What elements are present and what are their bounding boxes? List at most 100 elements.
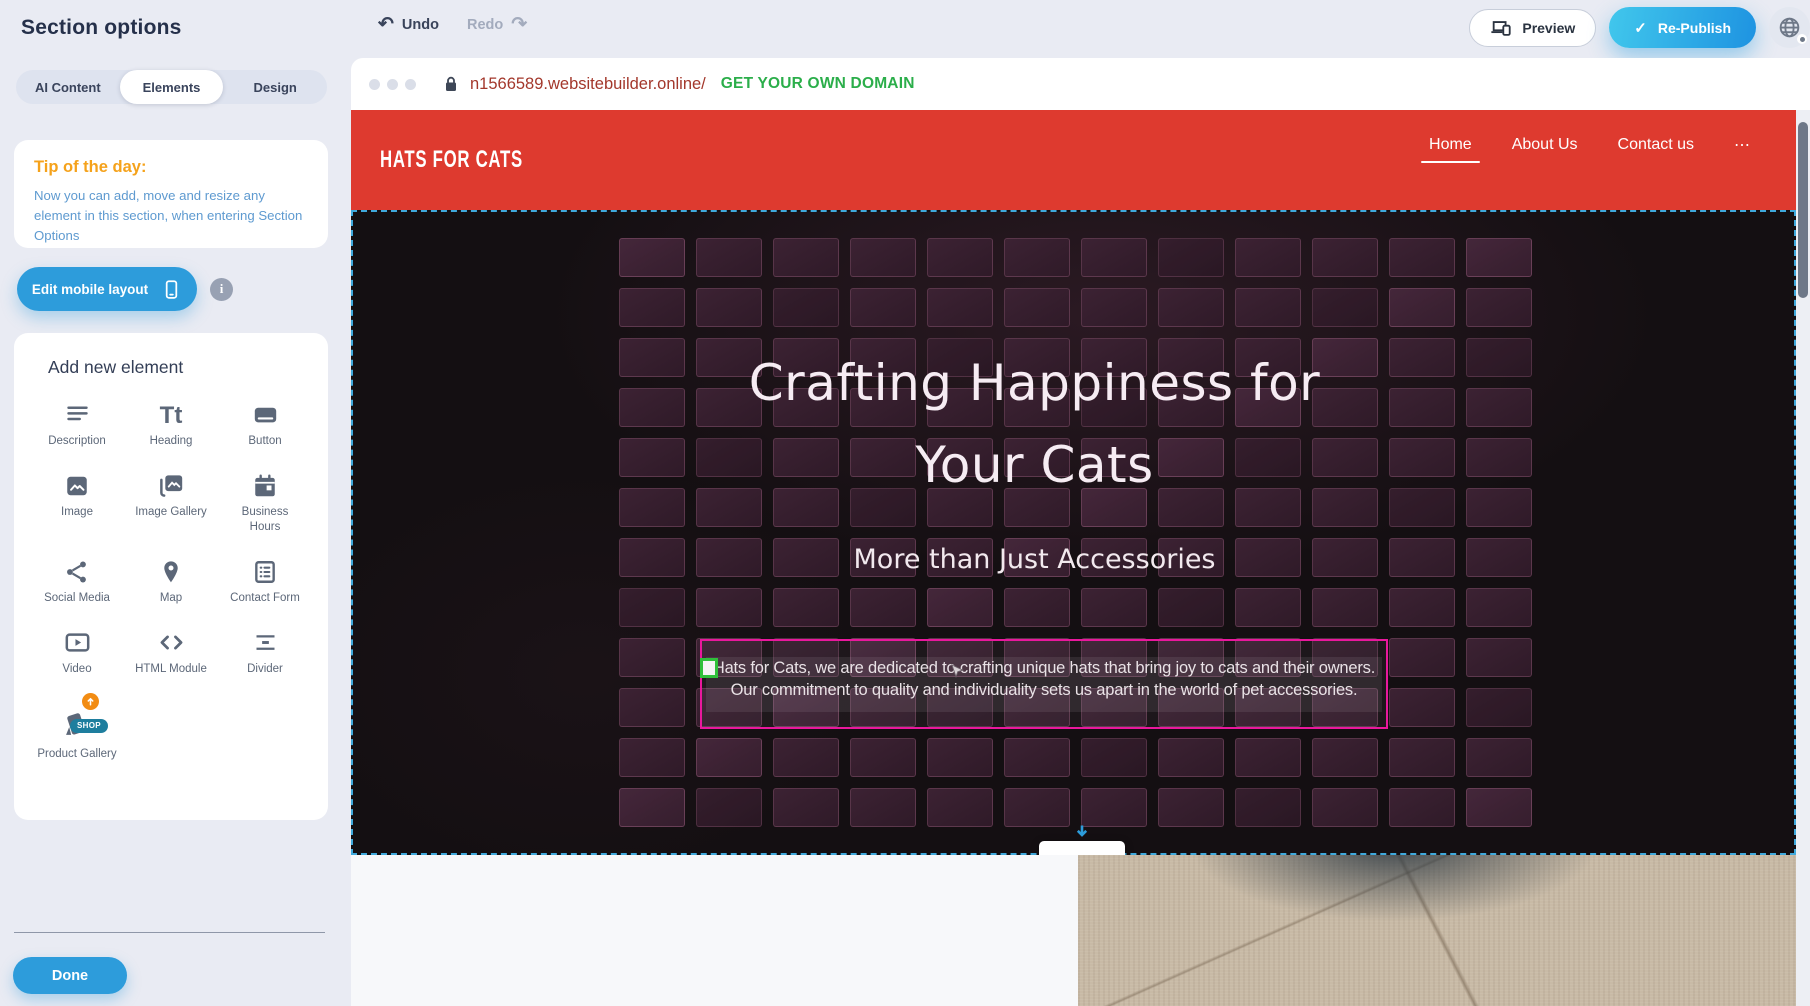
mouse-cursor xyxy=(951,664,964,684)
business-hours-icon xyxy=(252,469,278,499)
nav-contact-us[interactable]: Contact us xyxy=(1616,136,1696,163)
next-section-photo xyxy=(1078,855,1796,1006)
done-button[interactable]: Done xyxy=(13,957,127,994)
hero-section-selected[interactable]: Crafting Happiness for Your Cats More th… xyxy=(351,210,1796,855)
contact-form-icon xyxy=(252,555,278,585)
edit-mobile-label: Edit mobile layout xyxy=(32,282,148,297)
history-controls: ↶ Undo Redo ↷ xyxy=(378,15,527,34)
hero-tile xyxy=(1389,688,1455,727)
nav-about-us[interactable]: About Us xyxy=(1510,136,1580,163)
element-grid: Description Tt Heading Button Image xyxy=(30,398,312,762)
map-pin-icon xyxy=(158,555,184,585)
nav-more-ellipsis[interactable]: ⋯ xyxy=(1732,135,1752,164)
element-button[interactable]: Button xyxy=(218,398,312,449)
divider-icon xyxy=(252,626,279,656)
element-divider[interactable]: Divider xyxy=(218,626,312,677)
element-video[interactable]: Video xyxy=(30,626,124,677)
redo-button[interactable]: Redo ↷ xyxy=(467,15,527,34)
redo-icon: ↷ xyxy=(511,15,527,34)
check-icon: ✓ xyxy=(1634,19,1647,37)
globe-badge xyxy=(1797,34,1807,44)
hero-tile xyxy=(1158,788,1224,827)
devices-icon xyxy=(1490,17,1512,39)
site-header: HATS FOR CATS Home About Us Contact us ⋯ xyxy=(351,110,1796,210)
element-html-module[interactable]: HTML Module xyxy=(124,626,218,677)
hero-tile xyxy=(1389,638,1455,677)
undo-button[interactable]: ↶ Undo xyxy=(378,15,439,34)
hero-tile xyxy=(1081,738,1147,777)
browser-chrome: n1566589.websitebuilder.online/ GET YOUR… xyxy=(351,58,1810,110)
element-social-media[interactable]: Social Media xyxy=(30,555,124,606)
element-image[interactable]: Image xyxy=(30,469,124,535)
hero-tile xyxy=(696,238,762,277)
hero-tile xyxy=(1004,238,1070,277)
preview-label: Preview xyxy=(1522,20,1575,36)
hero-tile xyxy=(1081,238,1147,277)
hero-tile xyxy=(850,238,916,277)
sidebar: AI Content Elements Design Tip of the da… xyxy=(0,58,351,1006)
republish-button[interactable]: ✓ Re-Publish xyxy=(1609,7,1756,48)
page-title: Section options xyxy=(21,16,182,40)
element-description[interactable]: Description xyxy=(30,398,124,449)
hero-tile xyxy=(1158,588,1224,627)
hero-tile xyxy=(1389,288,1455,327)
get-your-own-domain-link[interactable]: GET YOUR OWN DOMAIN xyxy=(721,75,915,93)
site-nav: Home About Us Contact us ⋯ xyxy=(1427,135,1752,164)
hero-tile xyxy=(619,738,685,777)
hero-tile xyxy=(773,738,839,777)
element-contact-form[interactable]: Contact Form xyxy=(218,555,312,606)
tab-ai-content[interactable]: AI Content xyxy=(16,70,120,104)
language-globe-button[interactable] xyxy=(1769,7,1810,48)
sidebar-tabs: AI Content Elements Design xyxy=(16,70,327,104)
hero-tile xyxy=(696,588,762,627)
resize-handle-left[interactable] xyxy=(700,658,718,678)
edit-mobile-layout-button[interactable]: Edit mobile layout xyxy=(17,267,197,311)
element-product-gallery[interactable]: SHOP Product Gallery xyxy=(30,697,124,762)
image-gallery-icon xyxy=(158,469,185,499)
undo-label: Undo xyxy=(402,17,439,33)
hero-tile xyxy=(696,288,762,327)
site-preview-area: n1566589.websitebuilder.online/ GET YOUR… xyxy=(351,58,1810,1006)
hero-tile xyxy=(1235,738,1301,777)
hero-heading[interactable]: Crafting Happiness for Your Cats xyxy=(353,342,1716,506)
hero-tile-grid xyxy=(619,238,1532,827)
element-business-hours[interactable]: Business Hours xyxy=(218,469,312,535)
next-section-blank xyxy=(351,855,1078,1006)
hero-tile xyxy=(927,288,993,327)
image-icon xyxy=(64,469,90,499)
upgrade-arrow-badge xyxy=(82,693,99,710)
window-dots xyxy=(369,79,416,90)
hero-tile xyxy=(1158,288,1224,327)
element-image-gallery[interactable]: Image Gallery xyxy=(124,469,218,535)
nav-home[interactable]: Home xyxy=(1427,136,1474,163)
hero-tile xyxy=(1081,588,1147,627)
code-icon xyxy=(158,626,185,656)
heading-icon: Tt xyxy=(160,398,183,428)
element-heading[interactable]: Tt Heading xyxy=(124,398,218,449)
element-map[interactable]: Map xyxy=(124,555,218,606)
hero-tile xyxy=(1466,738,1532,777)
hero-tile xyxy=(850,288,916,327)
social-media-icon xyxy=(64,555,90,585)
hero-tile xyxy=(927,238,993,277)
hero-tile xyxy=(1312,738,1378,777)
info-icon[interactable]: i xyxy=(210,278,233,301)
hero-tile xyxy=(619,688,685,727)
hero-paragraph[interactable]: Hats for Cats, we are dedicated to craft… xyxy=(702,641,1386,702)
address-url[interactable]: n1566589.websitebuilder.online/ xyxy=(470,75,706,94)
scrollbar-thumb[interactable] xyxy=(1798,122,1808,298)
hero-tile xyxy=(850,788,916,827)
preview-button[interactable]: Preview xyxy=(1469,9,1596,47)
tab-design[interactable]: Design xyxy=(223,70,327,104)
selected-text-element[interactable]: Hats for Cats, we are dedicated to craft… xyxy=(700,639,1388,729)
video-icon xyxy=(64,626,91,656)
hero-tile xyxy=(1466,288,1532,327)
hero-tile xyxy=(1158,738,1224,777)
hero-tile xyxy=(1235,788,1301,827)
undo-icon: ↶ xyxy=(378,15,394,34)
tab-elements[interactable]: Elements xyxy=(120,70,224,104)
hero-subheading[interactable]: More than Just Accessories xyxy=(353,544,1716,575)
hero-tile xyxy=(1235,238,1301,277)
hero-tile xyxy=(1312,788,1378,827)
hero-tile xyxy=(1466,238,1532,277)
